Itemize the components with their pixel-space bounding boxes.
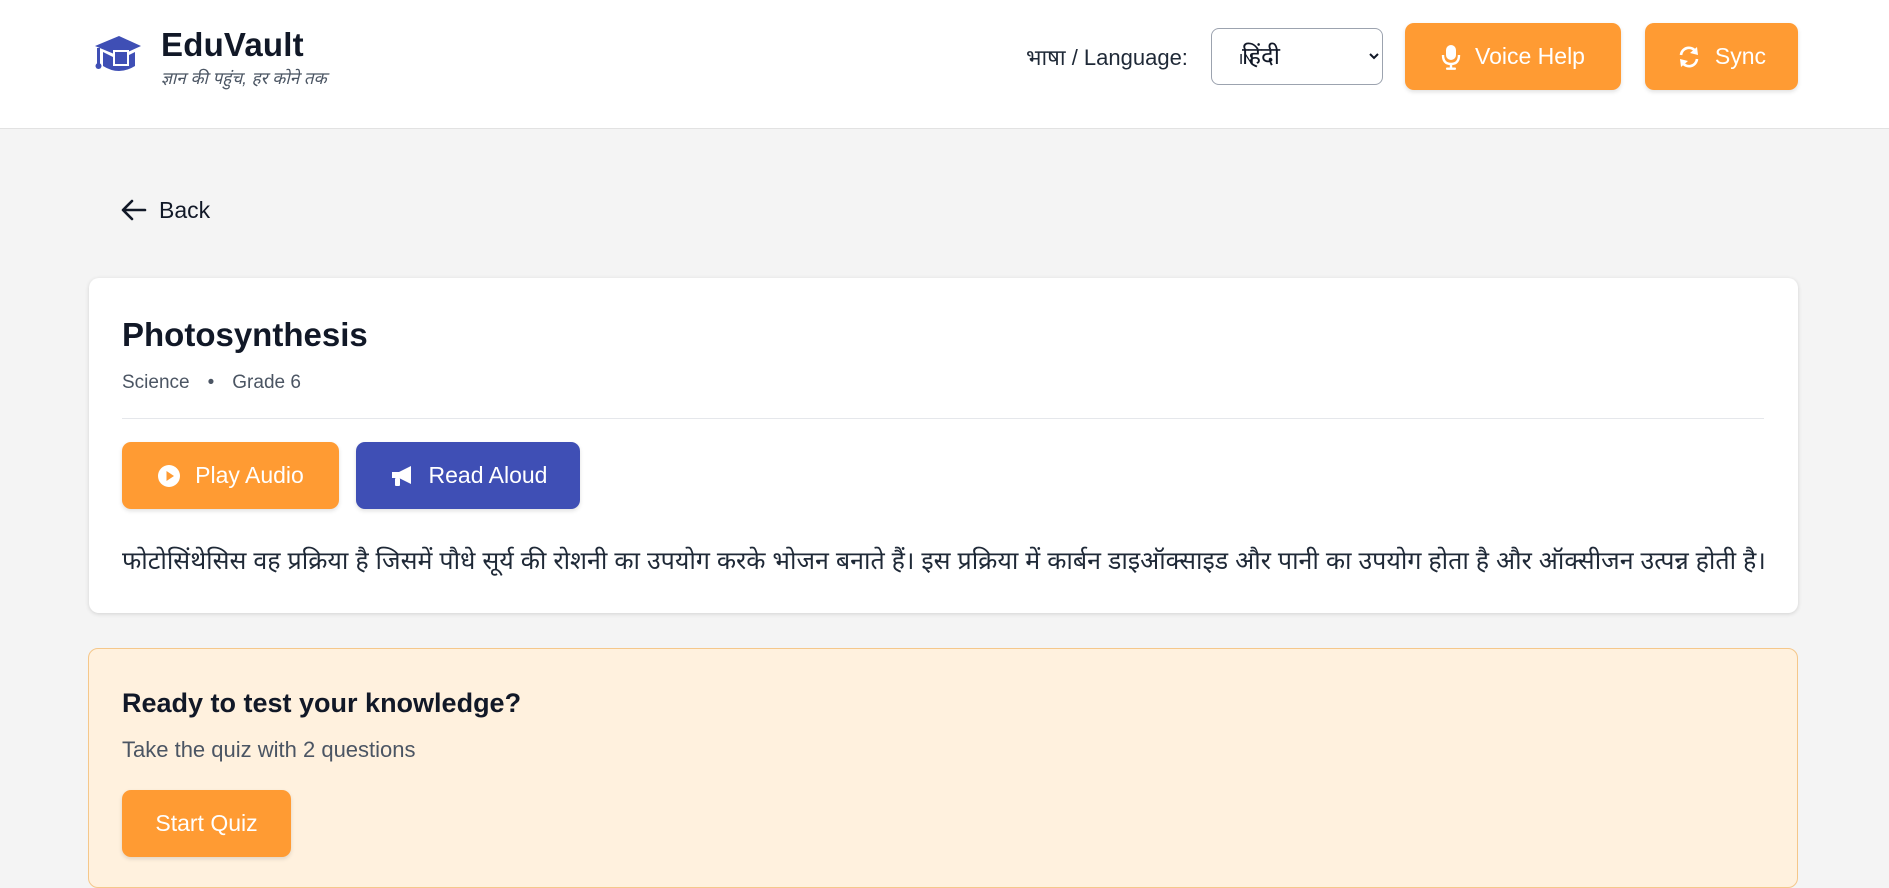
- app-header: EduVault ज्ञान की पहुंच, हर कोने तक भाषा…: [0, 0, 1889, 129]
- sync-button[interactable]: Sync: [1645, 23, 1798, 90]
- quiz-subtitle: Take the quiz with 2 questions: [122, 737, 416, 762]
- lesson-body: फोटोसिंथेसिस वह प्रक्रिया है जिसमें पौधे…: [122, 547, 1766, 575]
- language-select[interactable]: हिंदी: [1211, 28, 1383, 85]
- back-label: Back: [159, 196, 211, 223]
- play-audio-label: Play Audio: [195, 462, 304, 488]
- lesson-subject: Science: [122, 372, 190, 393]
- read-aloud-label: Read Aloud: [428, 462, 548, 488]
- play-circle-icon: [158, 464, 181, 487]
- language-flag: IN: [1239, 51, 1254, 68]
- language-label: भाषा / Language:: [1026, 45, 1188, 70]
- lesson-grade: Grade 6: [232, 372, 301, 393]
- lesson-meta: Science • Grade 6: [122, 372, 301, 394]
- brand-name: EduVault: [161, 26, 304, 63]
- megaphone-icon: [391, 465, 411, 486]
- lesson-title: Photosynthesis: [122, 316, 368, 353]
- meta-separator: •: [207, 372, 215, 393]
- sync-label: Sync: [1714, 43, 1767, 69]
- quiz-title: Ready to test your knowledge?: [122, 688, 522, 718]
- start-quiz-button[interactable]: Start Quiz: [122, 790, 291, 857]
- start-quiz-label: Start Quiz: [155, 810, 258, 836]
- brand-tagline: ज्ञान की पहुंच, हर कोने तक: [161, 69, 327, 88]
- back-link[interactable]: Back: [121, 193, 210, 227]
- read-aloud-button[interactable]: Read Aloud: [356, 442, 580, 509]
- arrow-left-icon: [121, 199, 147, 221]
- voice-help-label: Voice Help: [1475, 43, 1585, 69]
- sync-icon: [1679, 46, 1699, 67]
- card-divider: [122, 418, 1764, 419]
- graduation-cap-icon: [95, 36, 141, 71]
- voice-help-button[interactable]: Voice Help: [1405, 23, 1621, 90]
- quiz-card: [88, 648, 1798, 888]
- microphone-icon: [1441, 44, 1461, 70]
- play-audio-button[interactable]: Play Audio: [122, 442, 339, 509]
